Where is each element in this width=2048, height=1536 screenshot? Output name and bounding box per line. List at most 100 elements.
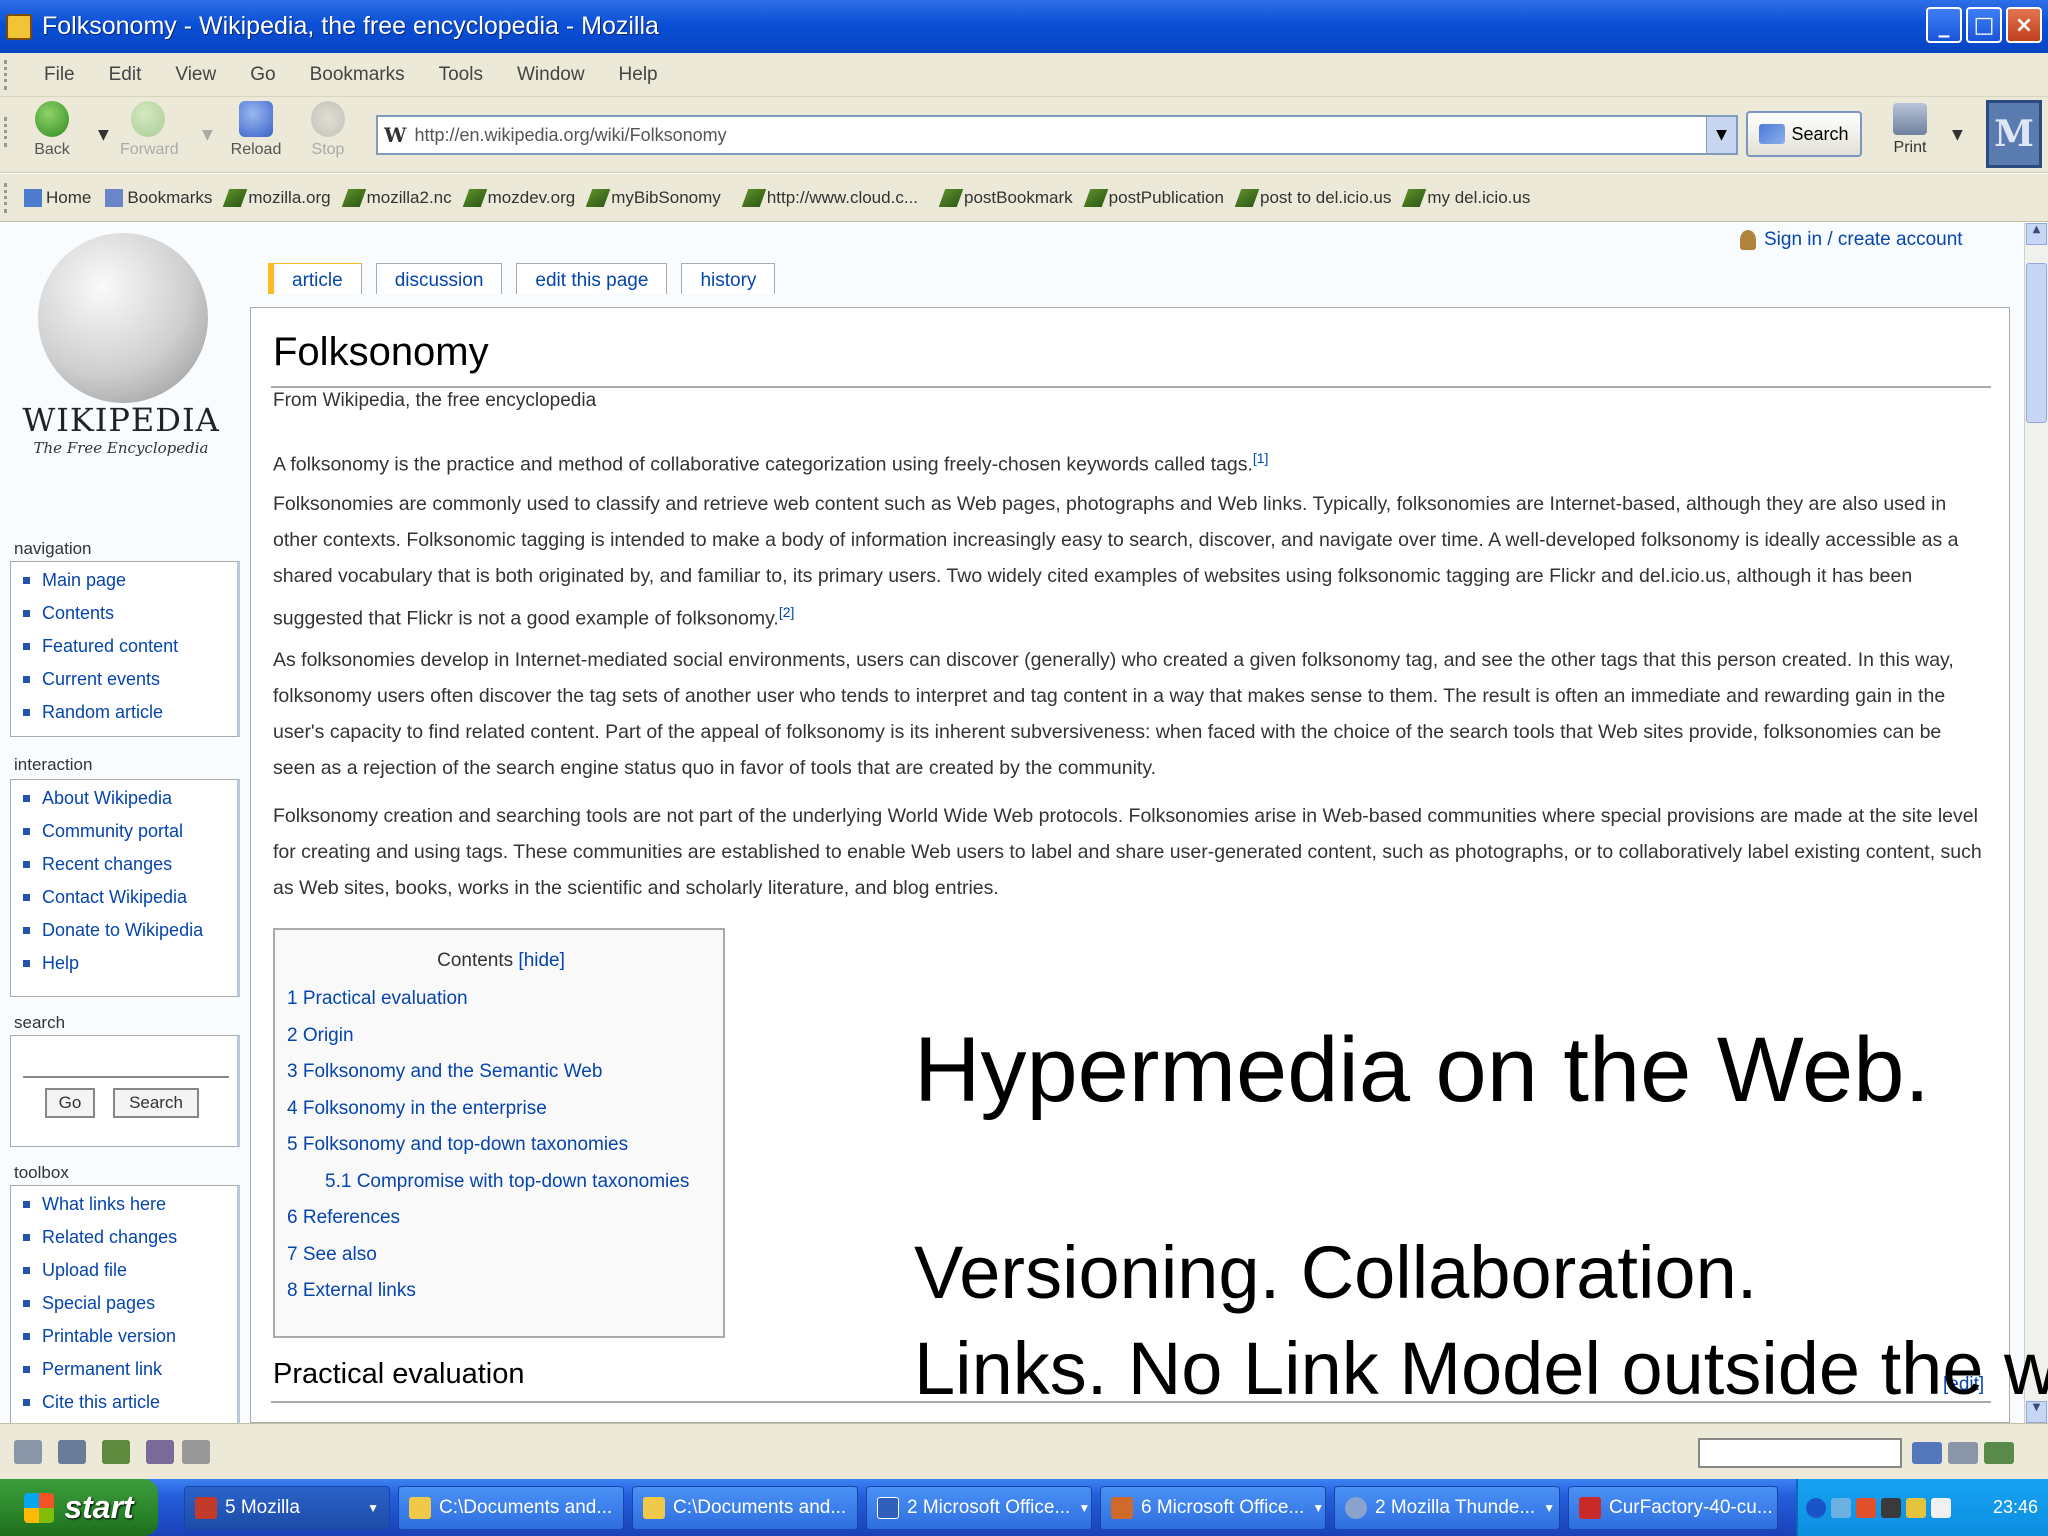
- print-button[interactable]: Print: [1882, 103, 1938, 157]
- menu-window[interactable]: Window: [517, 64, 585, 86]
- toc-item[interactable]: 3 Folksonomy and the Semantic Web: [287, 1061, 689, 1098]
- wikipedia-logo[interactable]: WIKIPEDIA The Free Encyclopedia: [18, 229, 224, 457]
- search-button[interactable]: Search: [1746, 111, 1862, 157]
- menu-file[interactable]: File: [44, 64, 75, 86]
- forward-button[interactable]: Forward: [120, 101, 179, 159]
- tab-edit[interactable]: edit this page: [516, 263, 668, 294]
- toc-item[interactable]: 4 Folksonomy in the enterprise: [287, 1098, 689, 1135]
- scroll-up-icon[interactable]: ▲: [2026, 223, 2047, 245]
- minimize-button[interactable]: _: [1926, 7, 1962, 43]
- tab-article[interactable]: article: [268, 263, 362, 294]
- tool-upload-file[interactable]: Upload file: [23, 1260, 237, 1293]
- toc-item[interactable]: 7 See also: [287, 1244, 689, 1281]
- scroll-thumb[interactable]: [2026, 263, 2047, 423]
- task-thunderbird[interactable]: 2 Mozilla Thunde... ▼: [1334, 1485, 1560, 1530]
- bookmark-post-to-delicious[interactable]: post to del.icio.us: [1234, 188, 1391, 208]
- network-icon[interactable]: [1831, 1497, 1851, 1518]
- bookmark-cloud[interactable]: http://www.cloud.c...: [741, 188, 918, 208]
- task-office-1[interactable]: 2 Microsoft Office... ▼: [866, 1485, 1092, 1530]
- toc-hide-link[interactable]: [hide]: [518, 950, 564, 971]
- chat-icon[interactable]: [146, 1440, 174, 1464]
- mail-icon[interactable]: [58, 1440, 86, 1464]
- bookmark-mozilla2[interactable]: mozilla2.nc: [341, 188, 452, 208]
- nav-contact-wikipedia[interactable]: Contact Wikipedia: [23, 887, 237, 920]
- tool-permanent-link[interactable]: Permanent link: [23, 1359, 237, 1392]
- nav-current-events[interactable]: Current events: [23, 669, 237, 702]
- toolbar-grip[interactable]: [4, 182, 10, 213]
- online-status-icon[interactable]: [1912, 1442, 1942, 1464]
- toc-item[interactable]: 5.1 Compromise with top-down taxonomies: [287, 1171, 689, 1208]
- nav-contents[interactable]: Contents: [23, 603, 237, 636]
- start-button[interactable]: start: [0, 1479, 158, 1536]
- vertical-scrollbar[interactable]: ▲ ▼: [2024, 223, 2048, 1423]
- power-icon[interactable]: [1931, 1497, 1951, 1518]
- tab-history[interactable]: history: [681, 263, 776, 294]
- wiki-search-input[interactable]: [23, 1056, 229, 1078]
- nav-donate[interactable]: Donate to Wikipedia: [23, 920, 237, 953]
- reference-link[interactable]: [1]: [1253, 450, 1269, 466]
- toc-item[interactable]: 1 Practical evaluation: [287, 988, 689, 1025]
- navigator-icon[interactable]: [14, 1440, 42, 1464]
- antivirus-icon[interactable]: [1856, 1497, 1876, 1518]
- reload-button[interactable]: Reload: [228, 101, 284, 159]
- sign-in-link[interactable]: Sign in / create account: [1740, 229, 1963, 251]
- toc-item[interactable]: 6 References: [287, 1207, 689, 1244]
- menu-help[interactable]: Help: [619, 64, 658, 86]
- toolbar-grip[interactable]: [4, 59, 10, 90]
- nav-about-wikipedia[interactable]: About Wikipedia: [23, 788, 237, 821]
- nav-random-article[interactable]: Random article: [23, 702, 237, 735]
- nav-help[interactable]: Help: [23, 953, 237, 986]
- tool-what-links-here[interactable]: What links here: [23, 1194, 237, 1227]
- back-dropdown-icon[interactable]: ▼: [98, 127, 109, 143]
- monitor-icon[interactable]: [1881, 1497, 1901, 1518]
- bookmark-my-delicious[interactable]: my del.icio.us: [1402, 188, 1530, 208]
- task-explorer-1[interactable]: C:\Documents and...: [398, 1485, 624, 1530]
- composer-icon[interactable]: [102, 1440, 130, 1464]
- task-office-2[interactable]: 6 Microsoft Office... ▼: [1100, 1485, 1326, 1530]
- task-explorer-2[interactable]: C:\Documents and...: [632, 1485, 858, 1530]
- tool-related-changes[interactable]: Related changes: [23, 1227, 237, 1260]
- stop-button[interactable]: Stop: [300, 101, 356, 159]
- toolbar-grip[interactable]: [4, 117, 10, 147]
- volume-icon[interactable]: [1906, 1497, 1926, 1518]
- menu-bookmarks[interactable]: Bookmarks: [310, 64, 405, 86]
- toc-item[interactable]: 8 External links: [287, 1280, 689, 1317]
- menu-view[interactable]: View: [175, 64, 216, 86]
- forward-dropdown-icon[interactable]: ▼: [202, 127, 213, 143]
- wiki-search-button[interactable]: Search: [113, 1088, 199, 1118]
- back-button[interactable]: Back: [24, 101, 80, 159]
- maximize-button[interactable]: □: [1966, 7, 2002, 43]
- tool-printable-version[interactable]: Printable version: [23, 1326, 237, 1359]
- nav-main-page[interactable]: Main page: [23, 570, 237, 603]
- menu-tools[interactable]: Tools: [439, 64, 483, 86]
- nav-featured-content[interactable]: Featured content: [23, 636, 237, 669]
- url-bar[interactable]: W ▼: [376, 115, 1738, 155]
- tool-special-pages[interactable]: Special pages: [23, 1293, 237, 1326]
- menu-go[interactable]: Go: [250, 64, 275, 86]
- popup-icon[interactable]: [1984, 1442, 2014, 1464]
- bookmark-bookmarks[interactable]: Bookmarks: [105, 188, 212, 208]
- url-input[interactable]: [414, 124, 1675, 146]
- task-pdf[interactable]: CurFactory-40-cu...: [1568, 1485, 1778, 1530]
- window-title-bar[interactable]: Folksonomy - Wikipedia, the free encyclo…: [0, 0, 2048, 53]
- toc-item[interactable]: 2 Origin: [287, 1025, 689, 1062]
- bookmark-mozilla-org[interactable]: mozilla.org: [223, 188, 331, 208]
- close-button[interactable]: ×: [2006, 7, 2042, 43]
- url-dropdown-icon[interactable]: ▼: [1706, 117, 1736, 153]
- toc-item[interactable]: 5 Folksonomy and top-down taxonomies: [287, 1134, 689, 1171]
- bookmark-mybibsonomy[interactable]: myBibSonomy: [585, 188, 721, 208]
- tray-expand-icon[interactable]: [1806, 1497, 1826, 1518]
- print-dropdown-icon[interactable]: ▼: [1952, 127, 1963, 143]
- menu-edit[interactable]: Edit: [109, 64, 142, 86]
- bookmark-postpublication[interactable]: postPublication: [1083, 188, 1224, 208]
- go-button[interactable]: Go: [45, 1088, 95, 1118]
- address-book-icon[interactable]: [182, 1440, 210, 1464]
- bookmark-mozdev[interactable]: mozdev.org: [462, 188, 575, 208]
- nav-community-portal[interactable]: Community portal: [23, 821, 237, 854]
- bookmark-postbookmark[interactable]: postBookmark: [938, 188, 1073, 208]
- nav-recent-changes[interactable]: Recent changes: [23, 854, 237, 887]
- bookmark-home[interactable]: Home: [24, 188, 91, 208]
- task-mozilla[interactable]: 5 Mozilla ▼: [184, 1485, 390, 1530]
- tool-cite-article[interactable]: Cite this article: [23, 1392, 237, 1423]
- reference-link[interactable]: [2]: [779, 604, 795, 620]
